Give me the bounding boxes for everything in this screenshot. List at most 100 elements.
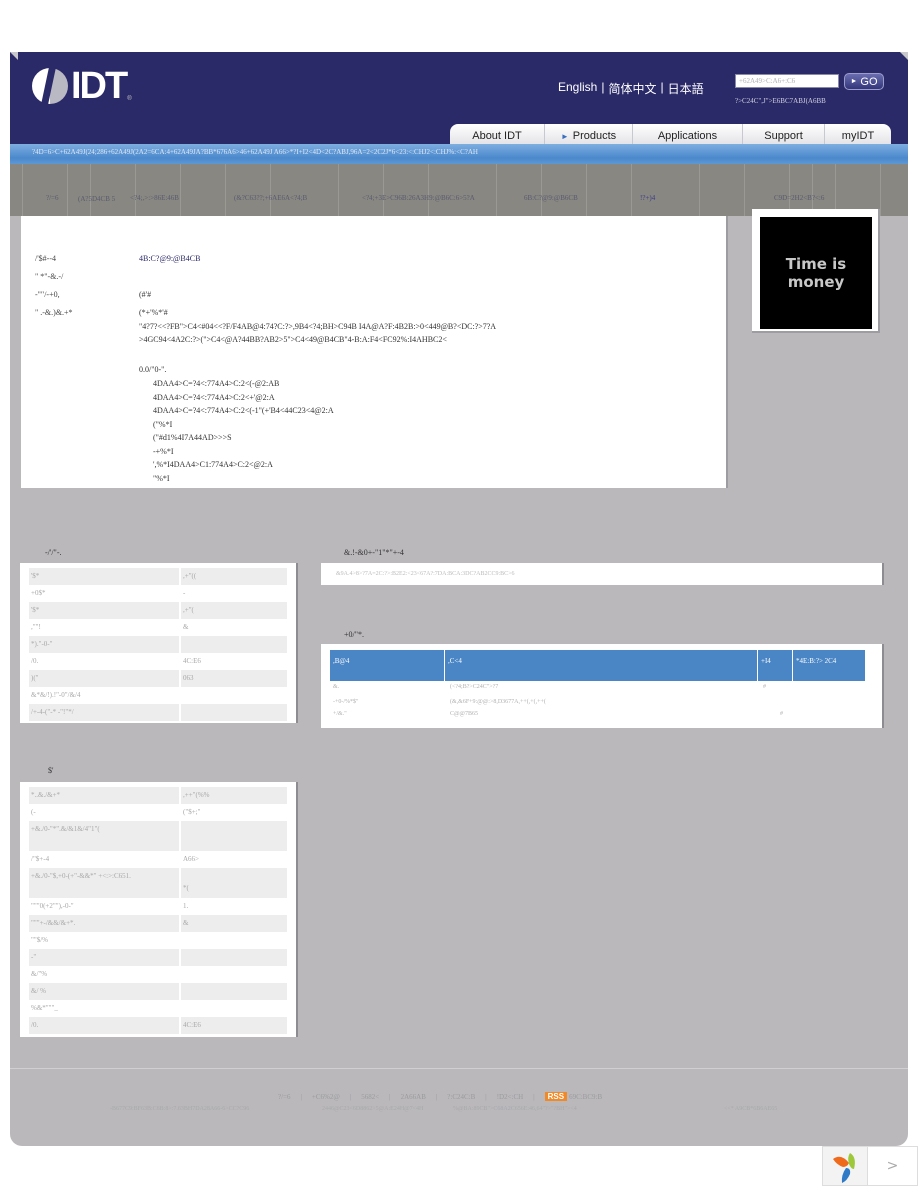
table-row: &*&/!).!"-0"/&/4 xyxy=(29,687,287,704)
subnav-item[interactable]: (A?5D4CB 5 xyxy=(78,194,116,205)
row-label: /0. xyxy=(29,1017,179,1034)
cell xyxy=(760,711,780,723)
nav-label: Applications xyxy=(657,130,718,142)
subnav-item[interactable]: 6B:C?@9:@B6CB xyxy=(524,194,578,202)
chevron-right-icon[interactable]: > xyxy=(868,1147,917,1185)
ad-banner[interactable]: Time is money xyxy=(752,209,880,333)
row-label: %&*"""_ xyxy=(31,1004,58,1012)
lang-japanese[interactable]: 日本語 xyxy=(668,80,704,97)
row-value xyxy=(181,949,287,966)
row-label: (- xyxy=(31,808,36,816)
detail-value-link[interactable]: 4B:C?@9:@B4CB xyxy=(139,254,200,263)
search-go-button[interactable]: ► GO xyxy=(844,73,884,90)
breadcrumb-bar: ?4D=6>C+62A49J(24;286+62A49J(2A2=6CA:4+6… xyxy=(10,144,908,164)
footer-text: %@BA:89CB">C68A2C656E:46,64"?>"?BH"><4 xyxy=(453,1106,577,1112)
footer-link[interactable]: 5682< xyxy=(361,1093,379,1101)
details-card: '$* ,+"((+0$* - '$* ,+"(,""! & *)."-0-"/0. 4C:E… xyxy=(20,563,298,723)
rss-link[interactable]: RSS 69C:BC9:B xyxy=(544,1092,602,1101)
row-value: A66> xyxy=(183,855,200,863)
nav-applications[interactable]: Applications xyxy=(633,124,743,144)
cell[interactable]: (<?4;B?>C24C">?7 xyxy=(447,684,760,696)
nav-label: myIDT xyxy=(841,130,875,142)
row-value xyxy=(181,636,287,653)
corner-decoration xyxy=(10,52,18,60)
table-row: %&*"""_ xyxy=(29,1000,287,1017)
description-line: >4GC94<4A2C:?>(">C4<@A?44BB?AB2>5">C4<49… xyxy=(139,335,447,344)
column-header[interactable]: ,B@4 xyxy=(330,650,444,681)
footer-link[interactable]: !D2<:CH xyxy=(497,1093,524,1101)
footer-separator: | xyxy=(435,1092,438,1101)
cell[interactable]: C@@7B65 xyxy=(447,711,760,723)
table-row: /0. 4C:E6 xyxy=(29,1017,287,1034)
nav-about-idt[interactable]: About IDT xyxy=(450,124,545,144)
table-row[interactable]: +/&." C@@7B65 # xyxy=(330,711,866,723)
column-header[interactable]: *4E:B:?> 2C4 xyxy=(793,650,865,681)
table-row: )(" 063 xyxy=(29,670,287,687)
subnav-item[interactable]: (&?C63??;+6AE6A<?4;B xyxy=(234,194,307,202)
table-row: /"$+-4 A66> xyxy=(29,851,287,868)
table-row[interactable]: -+0-/%*$" (&,&6F+9:@@:>8,D3677A,++(,+(,+… xyxy=(330,699,866,711)
site-header: IDT ® English | 简体中文 | 日本語 +62A49>C:A6+:… xyxy=(10,52,908,144)
cell xyxy=(760,699,800,711)
ad-line: Time is xyxy=(785,255,847,273)
table-row[interactable]: &. (<?4;B?>C24C">?7 # xyxy=(330,684,866,696)
registered-mark: ® xyxy=(127,96,132,102)
yii-logo-icon xyxy=(823,1147,868,1185)
table-row: /0. 4C:E6 xyxy=(29,653,287,670)
footer-separator: | xyxy=(485,1092,487,1101)
idt-logo[interactable]: IDT ® xyxy=(32,66,132,106)
footer-link[interactable]: ?/=6 xyxy=(278,1093,291,1101)
search-input[interactable]: +62A49>C:A6+:C6 xyxy=(735,74,839,88)
table-header-row: ,B@4 ,C<4 +I4 *4E:B:?> 2C4 xyxy=(330,650,866,681)
rss-icon: RSS xyxy=(544,1092,568,1101)
footer-link[interactable]: +C6%2@ xyxy=(312,1093,340,1101)
table-row: +0$* - xyxy=(29,585,287,602)
lang-english[interactable]: English xyxy=(558,80,597,97)
nav-label: Support xyxy=(764,130,803,142)
nav-support[interactable]: Support xyxy=(743,124,825,144)
footer-link[interactable]: ?:C24C:B xyxy=(447,1093,475,1101)
subnav-item[interactable]: !?+)4 xyxy=(640,194,655,202)
lang-chinese[interactable]: 简体中文 xyxy=(608,80,656,97)
nav-myidt[interactable]: myIDT xyxy=(825,124,891,144)
search-hint-link[interactable]: ?>C24C",J">E6BC7ABJ(A6BB xyxy=(735,97,826,105)
subnav-item[interactable]: ?/=6 xyxy=(46,194,59,202)
table-row: -" xyxy=(29,949,287,966)
feature-item: 4DAA4>C=?4<:774A4>C:2<(-1"(+'B4<44C23<4@… xyxy=(153,406,334,415)
breadcrumb[interactable]: ?4D=6>C+62A49J(24;286+62A49J(2A2=6CA:4+6… xyxy=(32,148,478,156)
footer-separator: | xyxy=(533,1092,535,1101)
row-label: -" xyxy=(29,949,179,966)
row-value: 063 xyxy=(181,670,287,687)
arrow-right-icon: ► xyxy=(850,78,858,85)
row-label: """+-/&&/&+*. xyxy=(29,915,179,932)
table-row: *..&./&+* ,++"(%% xyxy=(29,787,287,804)
cell: &. xyxy=(333,684,340,690)
nav-products[interactable]: ► Products xyxy=(545,124,633,144)
table-row: """+-/&&/&+*. & xyxy=(29,915,287,932)
language-selector: English | 简体中文 | 日本語 xyxy=(558,80,704,97)
feature-item: 4DAA4>C=?4<:774A4>C:2<+'@2:A xyxy=(153,393,275,402)
table-row: ,""! & xyxy=(29,619,287,636)
column-header[interactable]: +I4 xyxy=(758,650,792,681)
table-row: /+-4-("-* -"!"*/ xyxy=(29,704,287,721)
cell: # xyxy=(780,711,783,717)
row-value xyxy=(181,966,287,983)
table-row: ""$/% xyxy=(29,932,287,949)
subnav-item[interactable]: <?4;,>:>86E:46B xyxy=(130,194,179,202)
feature-item: -+%*I xyxy=(153,447,174,456)
footer-link[interactable]: 2A66AB xyxy=(401,1093,426,1101)
feature-item: ("#d1%4I7A44AD>>>S xyxy=(153,433,232,442)
row-value: ,+"( xyxy=(181,602,287,619)
row-label: '$* xyxy=(29,602,179,619)
row-value xyxy=(181,704,287,721)
row-value: 4C:E6 xyxy=(183,657,201,665)
subnav-item[interactable]: C9D=2H2<B?<:6 xyxy=(774,194,824,202)
row-value xyxy=(181,1000,287,1017)
cell[interactable]: (&,&6F+9:@@:>8,D3677A,++(,+(,++( xyxy=(447,699,760,711)
yii-badge[interactable]: > xyxy=(822,1146,918,1186)
nav-label: Products xyxy=(572,130,617,142)
nav-label: About IDT xyxy=(472,130,522,142)
subnav-item[interactable]: <?4;+3E>C96B:26A3H9:@B6C:6>5?A xyxy=(362,194,475,202)
footer-text: -B677C9:BF63B:C6B:8>:7.63BH7DA28A66-6>CC… xyxy=(110,1106,250,1112)
column-header[interactable]: ,C<4 xyxy=(445,650,757,681)
